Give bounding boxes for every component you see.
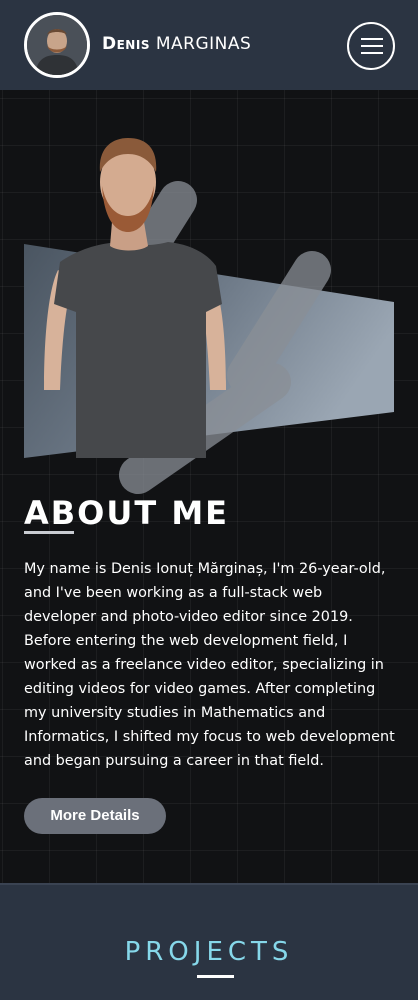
- profile-avatar[interactable]: [24, 12, 90, 78]
- about-description: My name is Denis Ionuț Mărginaș, I'm 26-…: [24, 561, 395, 769]
- menu-button[interactable]: [347, 22, 395, 70]
- hero-illustration: [24, 138, 394, 494]
- about-section: ABOUT ME My name is Denis Ionuț Mărginaș…: [0, 90, 418, 883]
- more-details-button[interactable]: More Details: [24, 798, 166, 834]
- projects-section: PROJECTS: [0, 883, 418, 1000]
- site-header: Denis MARGINAS: [0, 0, 418, 90]
- person-avatar-icon: [27, 15, 87, 75]
- brand-last-name: MARGINAS: [155, 34, 252, 54]
- about-title-underline: [24, 531, 74, 534]
- brand-name[interactable]: Denis MARGINAS: [102, 34, 251, 54]
- projects-title-underline: [197, 975, 234, 978]
- brand-first-name: Denis: [102, 34, 150, 54]
- hamburger-menu-icon: [361, 38, 383, 54]
- about-title: ABOUT ME: [24, 494, 230, 532]
- projects-title: PROJECTS: [124, 937, 294, 967]
